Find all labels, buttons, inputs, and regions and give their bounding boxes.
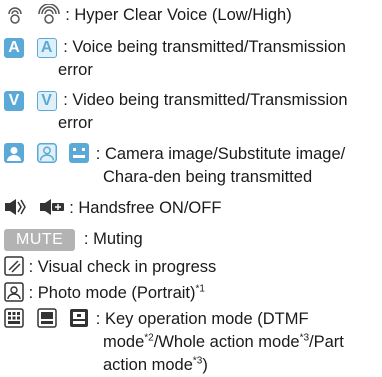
chara-den-icon — [69, 143, 90, 170]
handsfree-row: : Handsfree ON/OFF — [4, 197, 221, 224]
hyper-clear-voice-text: : Hyper Clear Voice (Low/High) — [65, 6, 292, 24]
voice-transmitted-icon: A — [4, 38, 24, 58]
transmission-error-a-icon: A — [36, 38, 57, 58]
dtmf-mode-icon — [4, 308, 24, 335]
hyper-clear-voice-high-icon — [37, 3, 61, 33]
hyper-clear-voice-low-icon — [4, 4, 26, 33]
voice-text-line2: error — [58, 61, 93, 79]
footnote-3b: *3 — [192, 355, 203, 367]
footnote-1: *1 — [195, 283, 205, 295]
camera-image-icon — [4, 143, 24, 170]
mute-row: MUTE : Muting — [4, 228, 143, 251]
key-operation-text-line3: action mode*3) — [103, 355, 208, 374]
visual-check-text: : Visual check in progress — [28, 258, 217, 276]
transmission-error-v-icon: V — [36, 91, 57, 111]
substitute-image-icon — [36, 143, 57, 170]
whole-action-mode-icon — [36, 308, 57, 335]
video-text-line2: error — [58, 114, 93, 132]
video-transmitted-icon: V — [4, 91, 24, 111]
camera-text-line2: Chara-den being transmitted — [103, 168, 313, 186]
voice-text-line1: : Voice being transmitted/Transmission — [63, 38, 346, 56]
handsfree-off-icon — [39, 197, 65, 224]
key-operation-text-line1: : Key operation mode (DTMF — [95, 310, 309, 328]
photo-mode-text: : Photo mode (Portrait)*1 — [28, 283, 205, 302]
footnote-3: *3 — [299, 332, 310, 344]
voice-row: A A : Voice being transmitted/Transmissi… — [4, 36, 346, 59]
video-text-line1: : Video being transmitted/Transmission — [63, 91, 348, 109]
hyper-clear-voice-row: : Hyper Clear Voice (Low/High) — [4, 3, 292, 33]
visual-check-icon — [4, 256, 24, 283]
handsfree-on-icon — [4, 197, 28, 224]
visual-check-row: : Visual check in progress — [4, 256, 216, 283]
camera-text-line1: : Camera image/Substitute image/ — [95, 145, 346, 163]
mute-text: : Muting — [83, 230, 143, 248]
photo-mode-portrait-icon — [4, 282, 24, 309]
video-row: V V : Video being transmitted/Transmissi… — [4, 89, 348, 112]
mute-badge: MUTE — [4, 229, 76, 251]
key-operation-text-line2: mode*2/Whole action mode*3/Part — [103, 332, 344, 351]
footnote-2: *2 — [144, 332, 154, 344]
handsfree-text: : Handsfree ON/OFF — [69, 199, 222, 217]
photo-mode-row: : Photo mode (Portrait)*1 — [4, 282, 205, 309]
part-action-mode-icon — [69, 308, 89, 335]
